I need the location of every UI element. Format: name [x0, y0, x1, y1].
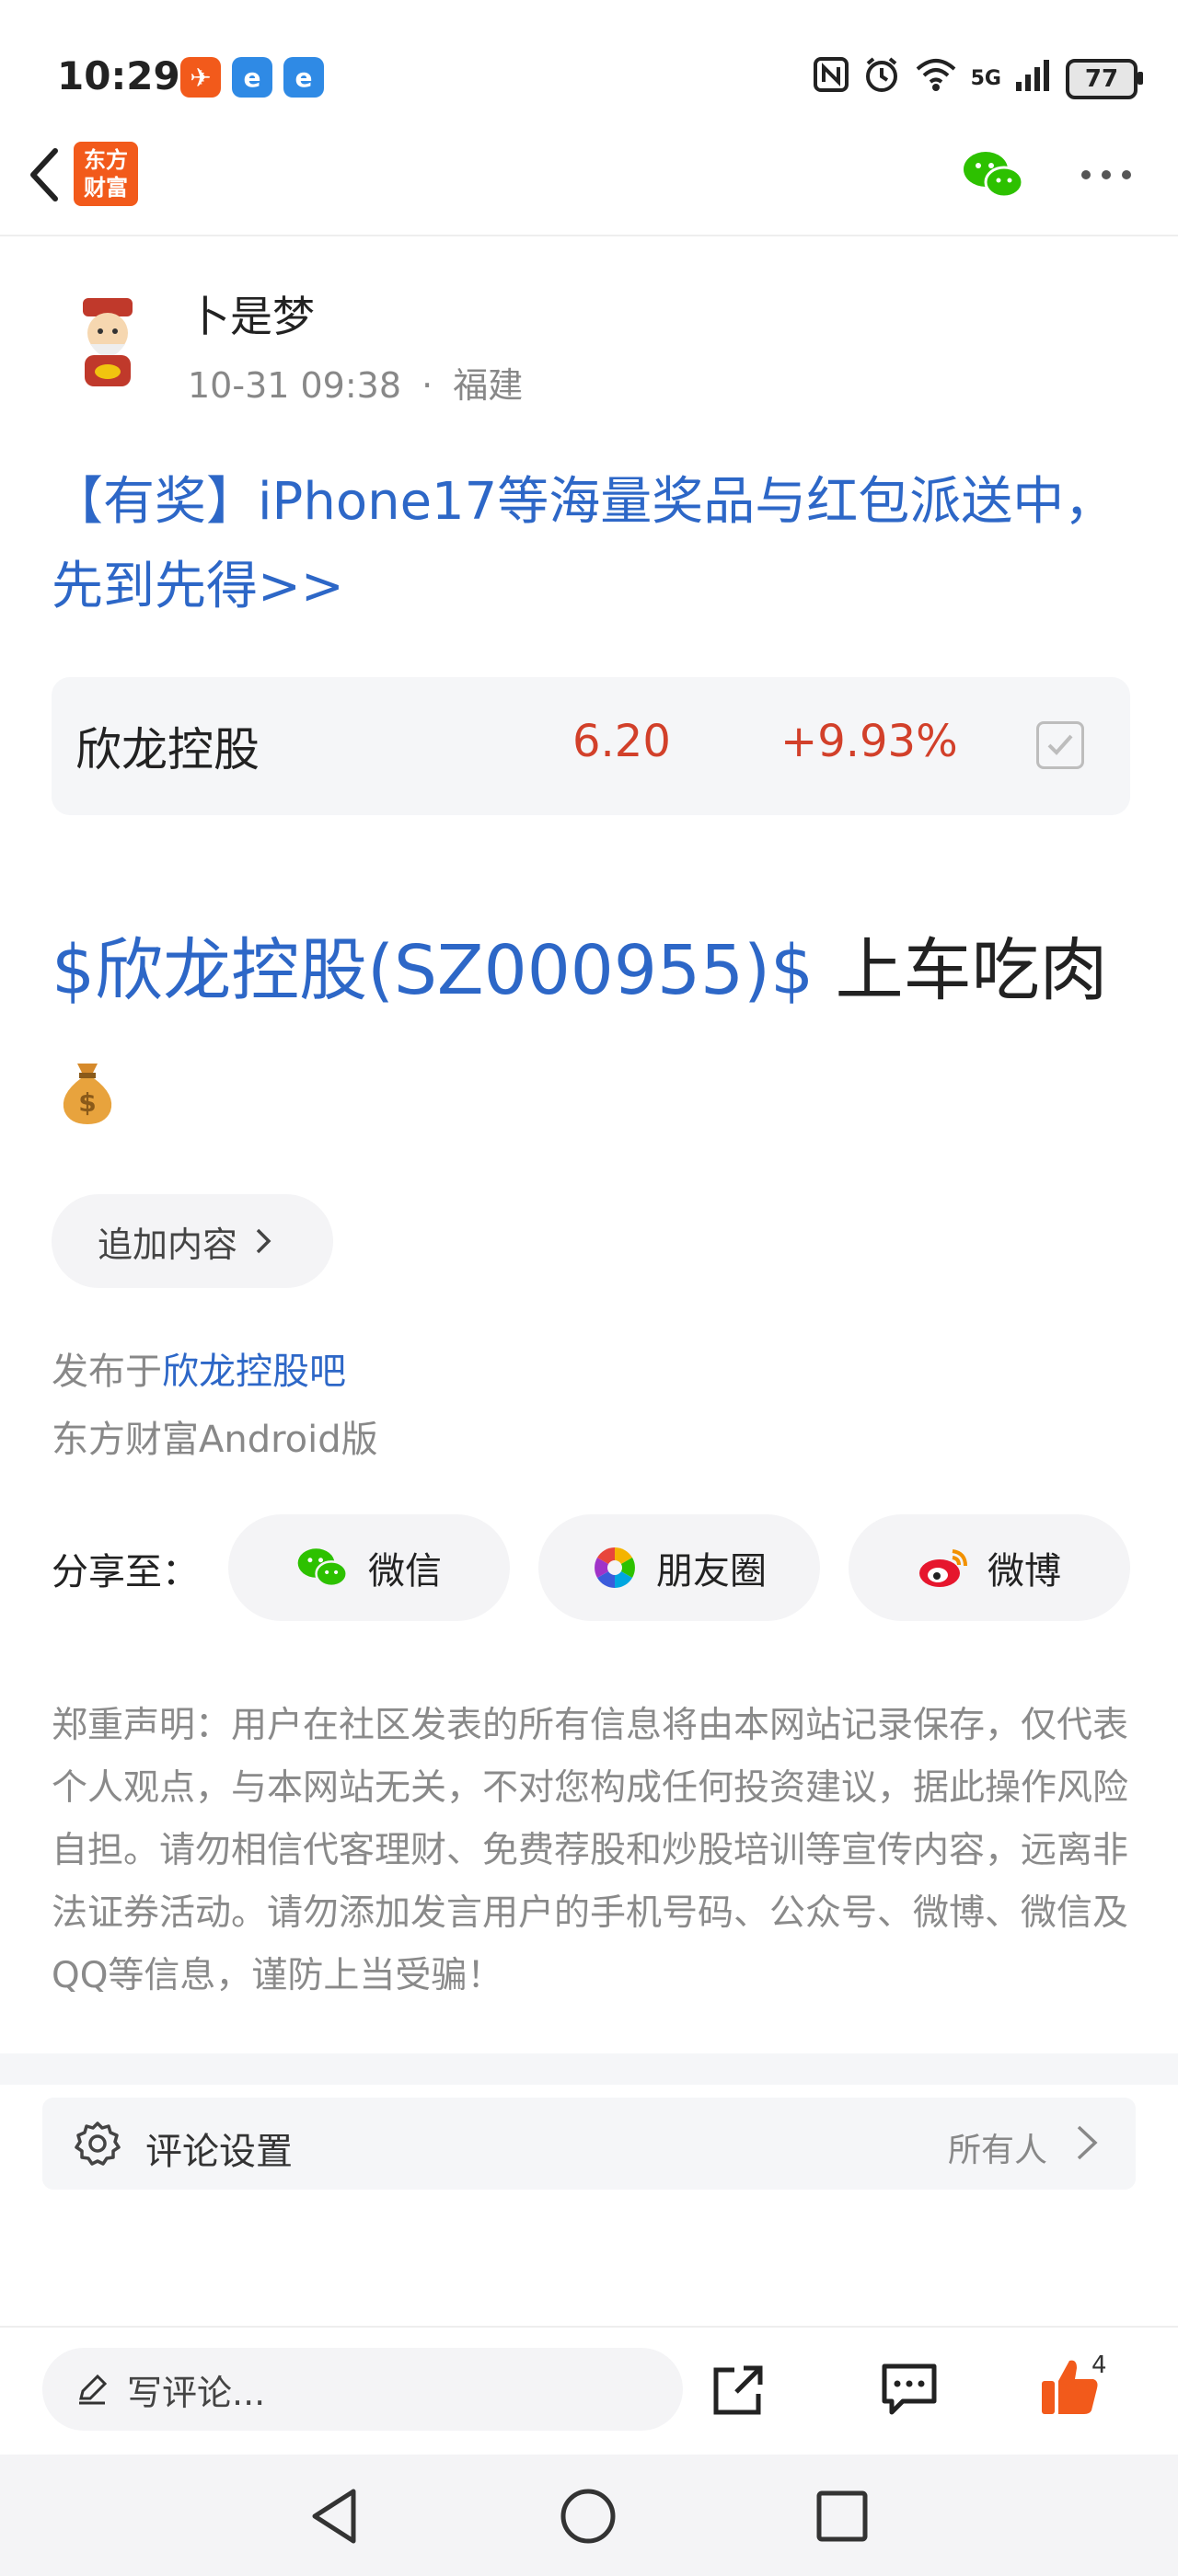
- chevron-right-icon: [1073, 2122, 1101, 2164]
- author-name[interactable]: 卜是梦: [188, 283, 315, 344]
- status-time: 10:29: [57, 53, 180, 98]
- post-text: 上车吃肉: [814, 931, 1108, 1010]
- post-time: 10-31 09:38: [188, 365, 402, 406]
- post-meta: 10-31 09:38 · 福建: [188, 357, 523, 408]
- gear-icon: [74, 2120, 121, 2168]
- wechat-share-icon[interactable]: [962, 147, 1026, 202]
- share-moments-label: 朋友圈: [656, 1550, 767, 1593]
- comment-settings-label: 评论设置: [145, 2131, 293, 2173]
- share-wechat-button[interactable]: 微信: [228, 1514, 510, 1621]
- disclaimer: 郑重声明：用户在社区发表的所有信息将由本网站记录保存，仅代表个人观点，与本网站无…: [52, 1705, 1129, 1996]
- wechat-icon: [297, 1548, 348, 1588]
- moments-icon: [595, 1547, 635, 1588]
- share-wechat-label: 微信: [368, 1550, 442, 1593]
- watchlist-checkbox[interactable]: [1036, 721, 1084, 769]
- back-icon[interactable]: [20, 138, 75, 212]
- alarm-icon: [862, 55, 901, 102]
- publish-client: 东方财富Android版: [52, 1419, 378, 1461]
- system-home-icon[interactable]: [556, 2484, 620, 2548]
- stock-change: +9.93%: [780, 716, 958, 767]
- share-label: 分享至：: [52, 1551, 199, 1593]
- published-prefix: 发布于: [52, 1351, 162, 1393]
- post-body: $欣龙控股(SZ000955)$ 上车吃肉: [52, 920, 1138, 1021]
- signal-icon: [1014, 56, 1053, 101]
- comment-input[interactable]: 写评论...: [42, 2348, 683, 2431]
- add-content-button[interactable]: 追加内容: [52, 1194, 333, 1288]
- pencil-icon: [79, 2374, 108, 2405]
- system-back-icon[interactable]: [304, 2484, 368, 2548]
- comment-settings-value: 所有人: [948, 2132, 1048, 2169]
- share-icon[interactable]: [709, 2361, 768, 2420]
- system-recent-icon[interactable]: [810, 2484, 874, 2548]
- notification-browser-icon: e: [283, 57, 324, 98]
- battery-icon: 77: [1066, 58, 1143, 99]
- share-weibo-label: 微博: [987, 1550, 1061, 1593]
- notification-browser-icon: e: [232, 57, 272, 98]
- notification-app-icon: ✈: [180, 57, 221, 98]
- comments-icon[interactable]: [879, 2361, 940, 2416]
- eastmoney-logo: 东方 财富: [74, 142, 138, 206]
- nfc-icon: [813, 56, 849, 101]
- published-in: 发布于欣龙控股吧: [52, 1341, 346, 1395]
- meta-separator: ·: [422, 365, 433, 406]
- post-location: 福建: [453, 365, 524, 406]
- board-link[interactable]: 欣龙控股吧: [162, 1351, 346, 1393]
- wifi-icon: [914, 56, 958, 101]
- comment-placeholder: 写评论...: [127, 2372, 266, 2413]
- svg-text:$: $: [78, 1087, 96, 1118]
- more-icon[interactable]: [1077, 156, 1136, 193]
- add-content-label: 追加内容: [98, 1224, 238, 1265]
- weibo-icon: [919, 1549, 967, 1587]
- status-icons: 5G 77: [813, 55, 1143, 102]
- stock-price: 6.20: [572, 716, 671, 767]
- section-divider: [0, 2053, 1178, 2085]
- stock-name: 欣龙控股: [75, 723, 260, 776]
- chevron-right-icon: [256, 1228, 271, 1254]
- stock-tag-link[interactable]: $欣龙控股(SZ000955)$: [52, 931, 814, 1010]
- network-type: 5G: [970, 66, 1001, 90]
- share-weibo-button[interactable]: 微博: [849, 1514, 1130, 1621]
- nav-divider: [0, 235, 1178, 236]
- promo-link[interactable]: 【有奖】iPhone17等海量奖品与红包派送中，先到先得>>: [52, 460, 1128, 629]
- share-moments-button[interactable]: 朋友圈: [538, 1514, 820, 1621]
- like-count: 4: [1091, 2352, 1107, 2379]
- money-bag-icon: $: [57, 1058, 118, 1126]
- author-avatar[interactable]: [57, 293, 158, 394]
